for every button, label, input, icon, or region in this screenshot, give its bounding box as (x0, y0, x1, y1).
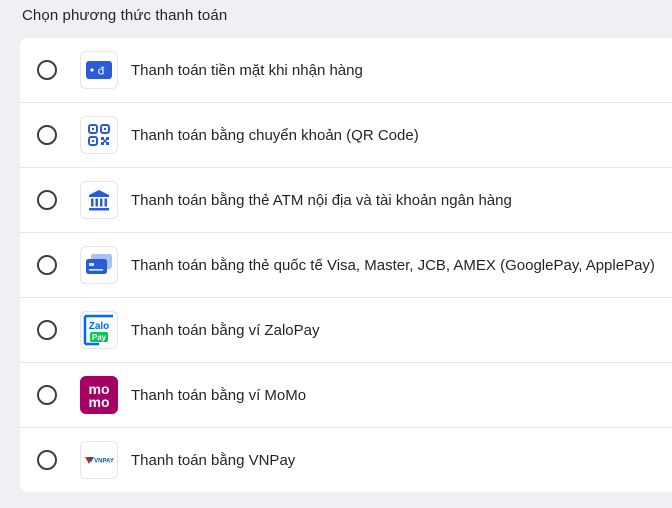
radio-button[interactable] (37, 190, 57, 210)
page-title: Chọn phương thức thanh toán (22, 7, 228, 24)
radio-button[interactable] (37, 450, 57, 470)
payment-option-atm[interactable]: Thanh toán bằng thẻ ATM nội địa và tài k… (20, 168, 672, 233)
zalopay-logo: Zalo Pay (80, 311, 118, 349)
payment-option-cash[interactable]: đ Thanh toán tiền mặt khi nhận hàng (20, 38, 672, 103)
payment-methods-list: đ Thanh toán tiền mặt khi nhận hàng Than… (20, 38, 672, 492)
bank-icon (80, 181, 118, 219)
payment-option-vnpay[interactable]: VNPAY Thanh toán bằng VNPay (20, 428, 672, 492)
radio-button[interactable] (37, 320, 57, 340)
svg-text:đ: đ (98, 65, 105, 78)
radio-button[interactable] (37, 125, 57, 145)
radio-button[interactable] (37, 255, 57, 275)
payment-option-momo[interactable]: mo mo Thanh toán bằng ví MoMo (20, 363, 672, 428)
momo-logo: mo mo (80, 376, 118, 414)
payment-option-label: Thanh toán bằng thẻ ATM nội địa và tài k… (131, 191, 512, 209)
credit-card-icon (80, 246, 118, 284)
payment-option-label: Thanh toán bằng thẻ quốc tế Visa, Master… (131, 256, 655, 274)
vnpay-logo: VNPAY (80, 441, 118, 479)
payment-option-label: Thanh toán bằng VNPay (131, 451, 296, 469)
radio-button[interactable] (37, 385, 57, 405)
zalopay-logo-text-top: Zalo (89, 321, 110, 332)
payment-option-international-card[interactable]: Thanh toán bằng thẻ quốc tế Visa, Master… (20, 233, 672, 298)
cash-icon: đ (80, 51, 118, 89)
momo-logo-text-bottom: mo (89, 394, 110, 410)
payment-option-zalopay[interactable]: Zalo Pay Thanh toán bằng ví ZaloPay (20, 298, 672, 363)
zalopay-logo-text-bottom: Pay (92, 333, 107, 342)
vnpay-logo-text: VNPAY (94, 459, 114, 465)
payment-option-qr-code[interactable]: Thanh toán bằng chuyển khoản (QR Code) (20, 103, 672, 168)
payment-option-label: Thanh toán tiền mặt khi nhận hàng (131, 61, 363, 79)
payment-option-label: Thanh toán bằng chuyển khoản (QR Code) (131, 126, 419, 144)
payment-option-label: Thanh toán bằng ví MoMo (131, 386, 307, 404)
qr-code-icon (80, 116, 118, 154)
radio-button[interactable] (37, 60, 57, 80)
payment-option-label: Thanh toán bằng ví ZaloPay (131, 321, 320, 339)
